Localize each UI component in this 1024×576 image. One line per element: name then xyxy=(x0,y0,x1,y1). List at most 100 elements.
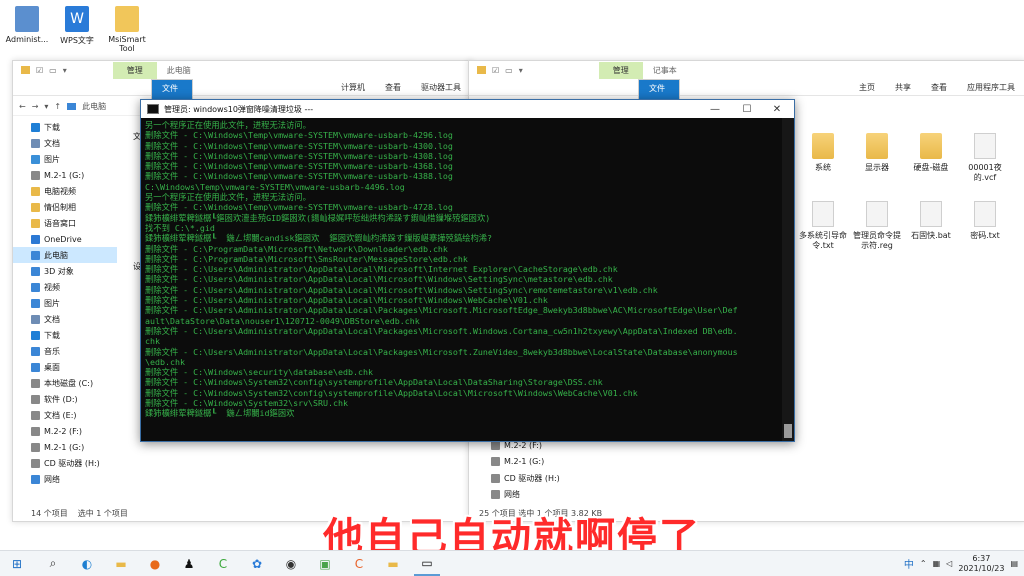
cloud-icon[interactable]: ✿ xyxy=(244,551,270,576)
search-icon[interactable]: ⌕ xyxy=(40,551,66,576)
notification-icon[interactable]: ▤ xyxy=(1010,559,1018,568)
tab-view[interactable]: 查看 xyxy=(921,79,957,95)
desktop-icon-msismarttool[interactable]: MsiSmart Tool xyxy=(100,6,154,53)
file-item[interactable]: 管理员命令提示符.reg xyxy=(853,201,901,251)
manage-tab-label[interactable]: 管理 xyxy=(112,61,157,79)
close-button[interactable]: ✕ xyxy=(762,100,792,118)
clock[interactable]: 6:37 2021/10/23 xyxy=(958,554,1004,574)
file-item[interactable]: 00001夜的.vcf xyxy=(961,133,1009,183)
drive-item[interactable]: M.2-1 (G:) xyxy=(491,457,544,466)
file-item[interactable]: 多系统引导命令.txt xyxy=(799,201,847,251)
drive-label: 网络 xyxy=(504,490,520,499)
nav-item[interactable]: 文档 xyxy=(13,135,117,151)
properties-icon[interactable]: ☑ xyxy=(36,66,43,75)
camtasia-icon[interactable]: C xyxy=(210,551,236,576)
drive-item[interactable]: CD 驱动器 (H:) xyxy=(491,473,560,484)
nav-item[interactable]: 下载 xyxy=(13,119,117,135)
cmd-titlebar[interactable]: 管理员: windows10弹窗降噪清理垃圾 --- — ☐ ✕ xyxy=(141,100,794,118)
nav-item-label: 网络 xyxy=(44,474,60,484)
breadcrumb[interactable]: 此电脑 xyxy=(82,101,106,112)
dropdown-icon[interactable]: ▾ xyxy=(63,66,67,75)
nav-item[interactable]: 此电脑 xyxy=(13,247,117,263)
drive-item[interactable]: M.2-2 (F:) xyxy=(491,441,542,450)
nav-item[interactable]: 视频 xyxy=(13,279,117,295)
nav-item[interactable]: 电脑视频 xyxy=(13,183,117,199)
nav-item[interactable]: 文档 xyxy=(13,311,117,327)
folder-item[interactable]: 系统 xyxy=(799,133,847,173)
forward-icon[interactable]: → xyxy=(32,102,39,111)
nav-item[interactable]: 桌面 xyxy=(13,359,117,375)
console-line: 删除文件 - C:\Windows\Temp\vmware-SYSTEM\vmw… xyxy=(145,150,453,161)
nav-item[interactable]: 图片 xyxy=(13,295,117,311)
explorer-icon[interactable]: ▬ xyxy=(108,551,134,576)
nav-item[interactable]: 本地磁盘 (C:) xyxy=(13,375,117,391)
nav-item[interactable]: 语音窝口 xyxy=(13,215,117,231)
item-label: 重 xyxy=(1015,231,1024,241)
nav-item[interactable]: 情侣制相 xyxy=(13,199,117,215)
folder-app-icon[interactable]: ▬ xyxy=(380,551,406,576)
tab-share[interactable]: 共享 xyxy=(885,79,921,95)
new-folder-icon[interactable]: ▭ xyxy=(505,66,513,75)
tab-application-tools[interactable]: 应用程序工具 xyxy=(957,79,1024,95)
back-icon[interactable]: ← xyxy=(19,102,26,111)
ime-indicator[interactable]: 中 xyxy=(904,556,914,571)
tab-computer[interactable]: 计算机 xyxy=(331,79,375,95)
desktop-icon-wps[interactable]: W WPS文字 xyxy=(50,6,104,46)
cmd-title: 管理员: windows10弹窗降噪清理垃圾 --- xyxy=(164,104,314,114)
minimize-button[interactable]: — xyxy=(700,100,730,118)
nav-item[interactable]: 软件 (D:) xyxy=(13,391,117,407)
nav-item[interactable]: 音乐 xyxy=(13,343,117,359)
search-app-icon[interactable]: ● xyxy=(142,551,168,576)
file-item[interactable]: 密码.txt xyxy=(961,201,1009,241)
file-item[interactable]: 重 xyxy=(1015,201,1024,241)
nav-item[interactable]: 网络 xyxy=(13,471,117,487)
steam-icon[interactable]: ◉ xyxy=(278,551,304,576)
dropdown-icon[interactable]: ▾ xyxy=(519,66,523,75)
nav-item[interactable]: M.2-1 (G:) xyxy=(13,167,117,183)
manage-tab-label[interactable]: 管理 xyxy=(598,61,643,79)
console-line: 另一个程序正在使用此文件，进程无法访问。 xyxy=(145,192,311,203)
qq-icon[interactable]: ♟ xyxy=(176,551,202,576)
drive-item[interactable]: 网络 xyxy=(491,489,520,500)
file-item[interactable]: 36 xyxy=(1015,133,1024,173)
network-icon[interactable]: ▦ xyxy=(933,559,941,568)
taskbar-apps: ⊞ ⌕ ◐ ▬ ● ♟ C ✿ ◉ ▣ C ▬ ▭ xyxy=(0,551,440,576)
chevron-down-icon[interactable]: ▾ xyxy=(44,102,48,111)
folder-item[interactable]: 硬盘-磁盘 xyxy=(907,133,955,173)
scrollbar-thumb[interactable] xyxy=(784,424,792,438)
nav-item[interactable]: 下载 xyxy=(13,327,117,343)
nav-item[interactable]: 图片 xyxy=(13,151,117,167)
item-label: 石固快.bat xyxy=(911,231,951,240)
folder-item[interactable]: 显示器 xyxy=(853,133,901,173)
volume-icon[interactable]: ◁ xyxy=(946,559,952,568)
desktop-icon-admin[interactable]: Administ... xyxy=(0,6,54,44)
c-app-icon[interactable]: C xyxy=(346,551,372,576)
nav-item[interactable]: 文档 (E:) xyxy=(13,407,117,423)
nav-item-icon xyxy=(31,314,40,324)
properties-icon[interactable]: ☑ xyxy=(492,66,499,75)
console-line: 删除文件 - C:\Users\Administrator\AppData\Lo… xyxy=(145,274,613,285)
start-icon[interactable]: ⊞ xyxy=(4,551,30,576)
green-app-icon[interactable]: ▣ xyxy=(312,551,338,576)
nav-item-icon xyxy=(31,138,40,148)
tab-view[interactable]: 查看 xyxy=(375,79,411,95)
up-icon[interactable]: ↑ xyxy=(54,102,61,111)
console-line: 删除文件 - C:\ProgramData\Microsoft\Network\… xyxy=(145,243,448,254)
nav-item[interactable]: 3D 对象 xyxy=(13,263,117,279)
edge-icon[interactable]: ◐ xyxy=(74,551,100,576)
scrollbar[interactable] xyxy=(782,118,794,441)
chevron-up-icon[interactable]: ⌃ xyxy=(920,559,927,568)
nav-item-label: M.2-2 (F:) xyxy=(44,426,82,436)
file-item[interactable]: 石固快.bat xyxy=(907,201,955,241)
maximize-button[interactable]: ☐ xyxy=(732,100,762,118)
tab-drive-tools[interactable]: 驱动器工具 xyxy=(411,79,471,95)
nav-item[interactable]: OneDrive xyxy=(13,231,117,247)
nav-item[interactable]: M.2-2 (F:) xyxy=(13,423,117,439)
nav-item[interactable]: CD 驱动器 (H:) xyxy=(13,455,117,471)
tab-home[interactable]: 主页 xyxy=(849,79,885,95)
nav-item[interactable]: M.2-1 (G:) xyxy=(13,439,117,455)
new-folder-icon[interactable]: ▭ xyxy=(49,66,57,75)
cmd-app-icon[interactable]: ▭ xyxy=(414,551,440,576)
nav-item-icon xyxy=(31,362,40,372)
system-tray: 中 ⌃ ▦ ◁ 6:37 2021/10/23 ▤ xyxy=(904,551,1018,576)
